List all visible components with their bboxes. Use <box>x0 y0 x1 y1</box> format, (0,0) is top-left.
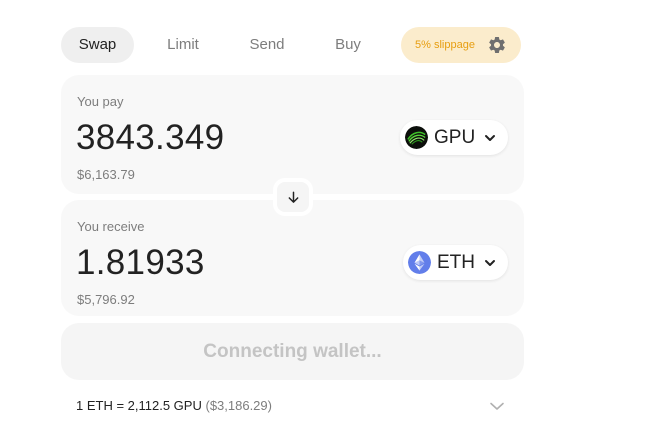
pay-label: You pay <box>77 94 124 109</box>
eth-token-icon <box>408 251 431 274</box>
gear-icon <box>489 36 505 53</box>
pay-amount-input[interactable] <box>76 118 376 158</box>
chevron-down-icon <box>485 260 495 266</box>
chevron-down-icon <box>485 135 495 141</box>
slippage-label: 5% slippage <box>415 39 475 51</box>
pay-panel: You pay $6,163.79 GPU <box>61 75 524 194</box>
tab-send[interactable]: Send <box>235 27 299 63</box>
switch-tokens-button[interactable] <box>273 178 313 216</box>
swap-tabs: Swap Limit Send Buy 5% slippage <box>61 27 521 63</box>
exchange-rate-fiat: ($3,186.29) <box>205 398 272 413</box>
tab-limit[interactable]: Limit <box>151 27 215 63</box>
exchange-rate-text: 1 ETH = 2,112.5 GPU <box>76 398 202 413</box>
tab-buy[interactable]: Buy <box>318 27 378 63</box>
exchange-rate[interactable]: 1 ETH = 2,112.5 GPU ($3,186.29) <box>76 398 272 413</box>
pay-token-symbol: GPU <box>434 127 476 148</box>
receive-label: You receive <box>77 219 145 234</box>
chevron-down-icon[interactable] <box>488 397 506 415</box>
receive-token-selector[interactable]: ETH <box>403 245 508 280</box>
slippage-settings-button[interactable]: 5% slippage <box>401 27 521 63</box>
receive-token-symbol: ETH <box>437 252 475 273</box>
receive-amount-input[interactable] <box>76 243 376 283</box>
arrow-down-icon <box>288 191 299 203</box>
receive-fiat-value: $5,796.92 <box>77 292 135 307</box>
pay-token-selector[interactable]: GPU <box>400 120 508 155</box>
connect-wallet-button[interactable]: Connecting wallet... <box>61 323 524 380</box>
gpu-token-icon <box>405 126 428 149</box>
tab-swap[interactable]: Swap <box>61 27 134 63</box>
receive-panel: You receive $5,796.92 ETH <box>61 200 524 316</box>
pay-fiat-value: $6,163.79 <box>77 167 135 182</box>
